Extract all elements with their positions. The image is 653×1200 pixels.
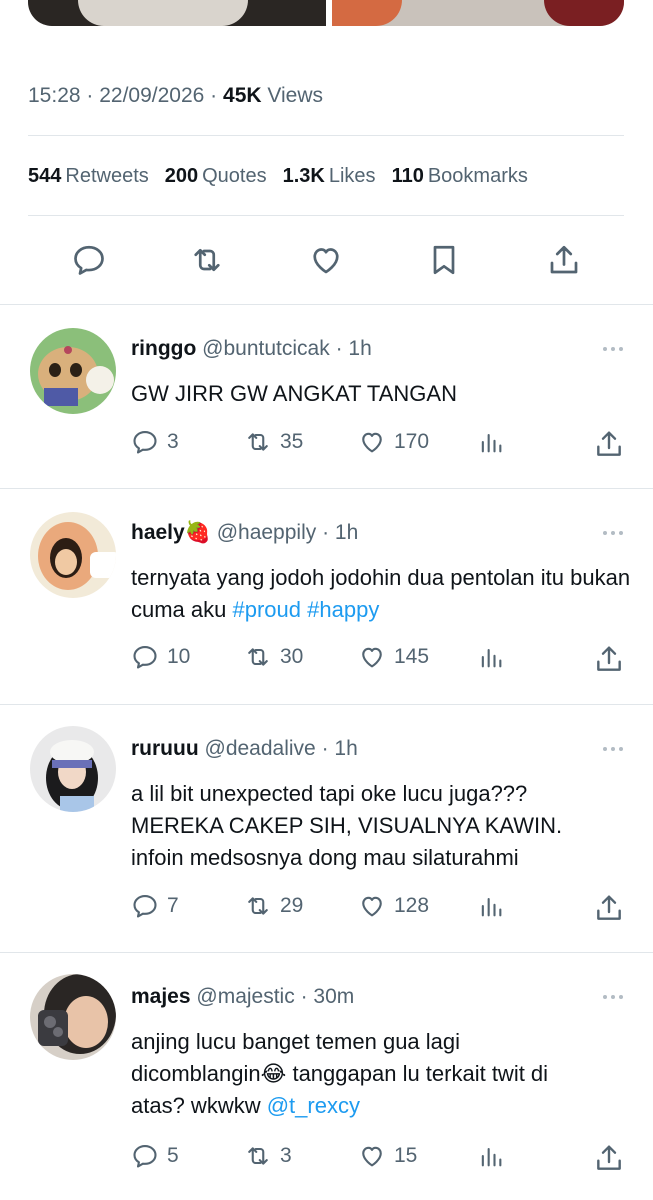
reply-header: ruruuu @deadalive · 1h <box>131 737 358 760</box>
retweet-icon <box>248 433 268 451</box>
analytics-icon <box>481 1147 502 1167</box>
reply-time: 1h <box>348 337 372 360</box>
reply-header: majes @majestic · 30m <box>131 985 355 1008</box>
hashtag-link[interactable]: #happy <box>307 597 379 622</box>
stat-quotes[interactable]: 200 Quotes <box>165 165 267 188</box>
retweet-count[interactable]: 3 <box>244 1142 292 1170</box>
analytics-icon <box>481 897 502 917</box>
reply-header: haely🍓 @haeppily · 1h <box>131 521 359 544</box>
user-name[interactable]: ruruuu <box>131 737 199 760</box>
media-image-2[interactable] <box>332 0 624 26</box>
like-icon[interactable] <box>308 242 344 278</box>
reply-icon <box>133 895 157 918</box>
more-icon[interactable] <box>601 529 625 537</box>
avatar[interactable] <box>30 328 116 414</box>
divider <box>28 135 624 136</box>
reply-icon <box>133 431 157 454</box>
like-icon <box>362 432 382 453</box>
reply-count[interactable]: 10 <box>131 643 190 671</box>
tweet-media[interactable] <box>28 0 624 26</box>
like-icon <box>362 896 382 917</box>
reply-tweet[interactable]: ruruuu @deadalive · 1h a lil bit unexpec… <box>0 704 653 952</box>
tweet-actions <box>0 242 653 282</box>
tweet-stats: 544 Retweets 200 Quotes 1.3K Likes 110 Bookm… <box>28 165 528 188</box>
user-handle[interactable]: @buntutcicak <box>202 337 330 360</box>
reply-actions: 5 3 15 <box>0 1142 653 1176</box>
divider <box>28 215 624 216</box>
stat-retweets[interactable]: 544 Retweets <box>28 165 149 188</box>
user-name[interactable]: haely🍓 <box>131 521 211 544</box>
user-handle[interactable]: @majestic <box>196 985 294 1008</box>
like-icon <box>362 647 382 668</box>
views-label: Views <box>267 84 324 107</box>
tweet-date: 22/09/2026 <box>99 84 205 107</box>
reply-text: ternyata yang jodoh jodohin dua pentolan… <box>131 565 631 622</box>
reply-tweet[interactable]: haely🍓 @haeppily · 1h ternyata yang jodo… <box>0 488 653 704</box>
retweet-icon <box>248 897 268 915</box>
views-button[interactable] <box>477 892 505 920</box>
views-button[interactable] <box>477 1142 505 1170</box>
share-icon[interactable] <box>593 643 625 675</box>
user-name[interactable]: majes <box>131 985 191 1008</box>
reply-actions: 10 30 145 <box>0 643 653 677</box>
more-icon[interactable] <box>601 745 625 753</box>
more-icon[interactable] <box>601 993 625 1001</box>
reply-tweet[interactable]: ringgo @buntutcicak · 1h GW JIRR GW ANGK… <box>0 304 653 488</box>
views-button[interactable] <box>477 643 505 671</box>
share-icon[interactable] <box>593 1142 625 1174</box>
user-handle[interactable]: @haeppily <box>217 521 317 544</box>
retweet-count[interactable]: 30 <box>244 643 303 671</box>
reply-header: ringgo @buntutcicak · 1h <box>131 337 372 360</box>
retweet-count[interactable]: 35 <box>244 428 303 456</box>
like-count[interactable]: 145 <box>358 643 429 671</box>
reply-text: GW JIRR GW ANGKAT TANGAN <box>131 381 457 406</box>
like-count[interactable]: 170 <box>358 428 429 456</box>
tweet-time: 15:28 <box>28 84 81 107</box>
more-icon[interactable] <box>601 345 625 353</box>
reply-text: anjing lucu banget temen gua lagi dicomb… <box>131 1029 549 1118</box>
retweet-icon <box>248 648 268 666</box>
stat-likes[interactable]: 1.3K Likes <box>283 165 376 188</box>
share-icon[interactable] <box>593 428 625 460</box>
retweet-count[interactable]: 29 <box>244 892 303 920</box>
avatar[interactable] <box>30 726 116 812</box>
reply-actions: 7 29 128 <box>0 892 653 926</box>
reply-text: a lil bit unexpected tapi oke lucu juga?… <box>131 781 563 870</box>
reply-time: 1h <box>334 737 358 760</box>
reply-count[interactable]: 3 <box>131 428 179 456</box>
user-handle[interactable]: @deadalive <box>205 737 316 760</box>
share-icon[interactable] <box>593 892 625 924</box>
stat-bookmarks[interactable]: 110 Bookmarks <box>392 165 528 188</box>
avatar[interactable] <box>30 512 116 598</box>
hashtag-link[interactable]: #proud <box>233 597 302 622</box>
reply-actions: 3 35 170 <box>0 428 653 462</box>
mention-link[interactable]: @t_rexcy <box>267 1093 360 1118</box>
analytics-icon <box>481 433 502 453</box>
reply-time: 30m <box>313 985 355 1008</box>
avatar[interactable] <box>30 974 116 1060</box>
like-count[interactable]: 15 <box>358 1142 417 1170</box>
media-image-1[interactable] <box>28 0 326 26</box>
tweet-meta: 15:28 · 22/09/2026 · 45K Views <box>28 84 324 107</box>
reply-count[interactable]: 5 <box>131 1142 179 1170</box>
reply-icon[interactable] <box>71 242 107 278</box>
bookmark-icon[interactable] <box>426 242 462 278</box>
reply-icon <box>133 1145 157 1168</box>
like-icon <box>362 1146 382 1167</box>
like-count[interactable]: 128 <box>358 892 429 920</box>
reply-tweet[interactable]: majes @majestic · 30m anjing lucu banget… <box>0 952 653 1200</box>
reply-icon <box>133 646 157 669</box>
retweet-icon[interactable] <box>189 242 225 278</box>
reply-time: 1h <box>334 521 359 544</box>
retweet-icon <box>248 1147 268 1165</box>
views-button[interactable] <box>477 428 505 456</box>
views-count: 45K <box>223 84 262 107</box>
analytics-icon <box>481 648 502 668</box>
user-name[interactable]: ringgo <box>131 337 196 360</box>
reply-count[interactable]: 7 <box>131 892 179 920</box>
share-icon[interactable] <box>546 242 582 278</box>
